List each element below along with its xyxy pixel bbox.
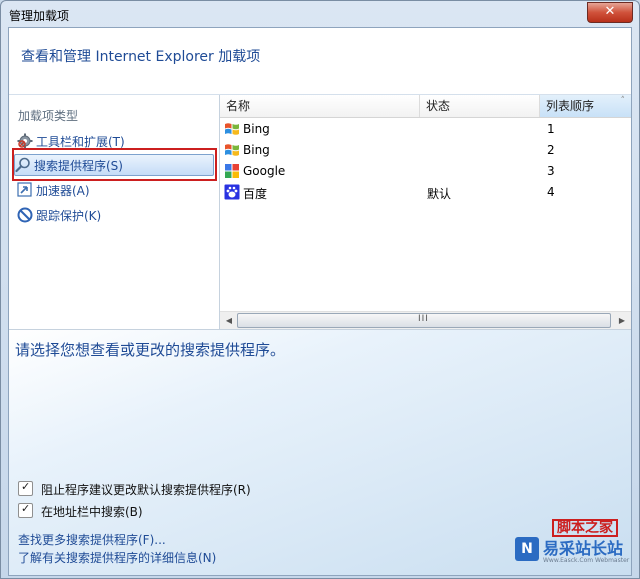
windows-flag-icon — [225, 123, 239, 135]
column-header-status[interactable]: 状态 — [420, 95, 540, 117]
addon-list: 名称 状态 ˄ 列表顺序 Bing 1 Bing 2 Google 3 百度 默… — [220, 95, 631, 329]
annotation-highlight-box — [12, 148, 217, 181]
title-bar[interactable]: 管理加载项 ✕ — [1, 1, 639, 27]
windows-flag-icon — [225, 144, 239, 156]
sidebar-item-label: 加速器(A) — [36, 184, 90, 198]
site-logo-icon: N — [515, 537, 539, 561]
window-title: 管理加载项 — [9, 9, 70, 23]
row-order: 4 — [547, 185, 555, 199]
check-mark-icon: ✓ — [21, 480, 31, 493]
scroll-right-button[interactable]: ▶ — [614, 313, 630, 328]
watermark: 脚本之家 N 易采站长站 Www.Easck.Com Webmaster — [507, 519, 629, 575]
row-name: Google — [243, 164, 286, 178]
table-row[interactable]: Google 3 — [220, 161, 631, 182]
row-order: 1 — [547, 122, 555, 136]
list-header: 名称 状态 ˄ 列表顺序 — [220, 95, 631, 118]
addon-types-pane: 加载项类型 工具栏和扩展(T) 搜索提供程序(S) 加速器(A) 跟踪保护(K) — [9, 95, 220, 329]
column-header-name[interactable]: 名称 — [220, 95, 420, 117]
sidebar-item-accelerators[interactable]: 加速器(A) — [15, 178, 215, 200]
link-learn-more[interactable]: 了解有关搜索提供程序的详细信息(N) — [18, 549, 216, 566]
table-row[interactable]: Bing 2 — [220, 140, 631, 161]
header: 查看和管理 Internet Explorer 加载项 — [9, 28, 631, 95]
table-row[interactable]: 百度 默认 4 — [220, 182, 631, 203]
scroll-thumb[interactable]: III — [237, 313, 611, 328]
row-name: Bing — [243, 143, 270, 157]
checkbox-address-bar-search[interactable]: ✓ — [18, 502, 33, 518]
horizontal-scrollbar[interactable]: ◀ III ▶ — [220, 311, 631, 329]
manage-addons-window: 管理加载项 ✕ 查看和管理 Internet Explorer 加载项 加载项类… — [0, 0, 640, 579]
link-find-more-providers[interactable]: 查找更多搜索提供程序(F)... — [18, 531, 166, 548]
addon-types-title: 加载项类型 — [18, 109, 79, 123]
row-name: 百度 — [243, 187, 268, 201]
table-row[interactable]: Bing 1 — [220, 119, 631, 140]
block-icon — [17, 207, 33, 223]
column-header-label: 名称 — [226, 99, 251, 113]
google-icon — [225, 164, 239, 178]
scroll-grip: III — [418, 314, 429, 324]
baidu-paw-icon — [224, 184, 240, 200]
header-text: 查看和管理 Internet Explorer 加载项 — [21, 49, 261, 65]
watermark-subtext: Www.Easck.Com Webmaster — [543, 557, 630, 564]
column-header-order[interactable]: ˄ 列表顺序 — [540, 95, 631, 117]
row-order: 3 — [547, 164, 555, 178]
sidebar-item-tracking-protection[interactable]: 跟踪保护(K) — [15, 203, 215, 225]
row-status: 默认 — [427, 187, 452, 201]
sidebar-item-label: 跟踪保护(K) — [36, 209, 102, 223]
checkbox-prevent-change[interactable]: ✓ — [18, 480, 33, 496]
row-order: 2 — [547, 143, 555, 157]
close-button[interactable]: ✕ — [587, 2, 633, 23]
checkbox-label[interactable]: 在地址栏中搜索(B) — [41, 503, 143, 520]
column-header-label: 列表顺序 — [546, 99, 595, 113]
row-name: Bing — [243, 122, 270, 136]
check-mark-icon: ✓ — [21, 502, 31, 515]
accelerator-icon — [17, 182, 32, 197]
details-prompt: 请选择您想查看或更改的搜索提供程序。 — [15, 341, 286, 359]
dialog-body: 查看和管理 Internet Explorer 加载项 加载项类型 工具栏和扩展… — [8, 27, 632, 576]
watermark-text: 易采站长站 — [543, 539, 624, 558]
checkbox-label[interactable]: 阻止程序建议更改默认搜索提供程序(R) — [41, 481, 251, 498]
gear-icon — [17, 133, 33, 149]
sort-ascending-icon: ˄ — [620, 96, 626, 106]
column-header-label: 状态 — [426, 99, 451, 113]
scroll-left-button[interactable]: ◀ — [221, 313, 237, 328]
